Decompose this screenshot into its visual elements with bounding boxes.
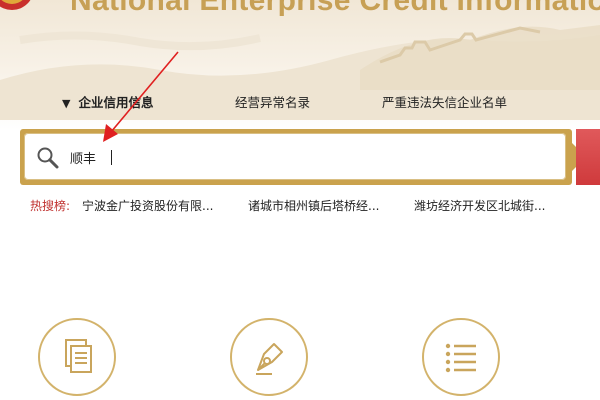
feature-document-button[interactable] [38, 318, 116, 396]
search-frame [20, 129, 572, 185]
text-cursor [111, 150, 112, 165]
tab-label: 企业信用信息 [78, 95, 154, 110]
search-input[interactable] [70, 144, 540, 170]
hot-search-item[interactable]: 诸城市相州镇后塔桥经... [248, 197, 379, 214]
page: National Enterprise Credit Information P… [0, 0, 600, 400]
national-emblem-icon [0, 0, 31, 10]
caret-down-icon: ▼ [62, 97, 71, 110]
pen-nib-icon [256, 343, 283, 375]
hot-search-item[interactable]: 潍坊经济开发区北城街... [414, 197, 545, 214]
search-category-tabs: ▼ 企业信用信息 经营异常名录 严重违法失信企业名单 [0, 92, 600, 114]
tab-abnormal-operations-list[interactable]: 经营异常名录 [235, 92, 310, 111]
hot-search-label: 热搜榜: [30, 199, 71, 213]
site-title: National Enterprise Credit Information P… [70, 0, 600, 17]
document-copy-icon [65, 339, 92, 373]
search-icon [37, 147, 59, 169]
search-box [24, 133, 566, 180]
tab-serious-violation-list[interactable]: 严重违法失信企业名单 [382, 92, 507, 111]
search-bar [20, 129, 600, 187]
hot-search-item[interactable]: 宁波金广投资股份有限... [82, 197, 213, 214]
tab-enterprise-credit-info[interactable]: ▼ 企业信用信息 [62, 92, 153, 111]
feature-pen-button[interactable] [230, 318, 308, 396]
list-icon [445, 343, 476, 373]
search-button[interactable] [576, 129, 600, 185]
hot-search-list: 热搜榜: 宁波金广投资股份有限... 诸城市相州镇后塔桥经... 潍坊经济开发区… [30, 197, 600, 215]
feature-list-button[interactable] [422, 318, 500, 396]
